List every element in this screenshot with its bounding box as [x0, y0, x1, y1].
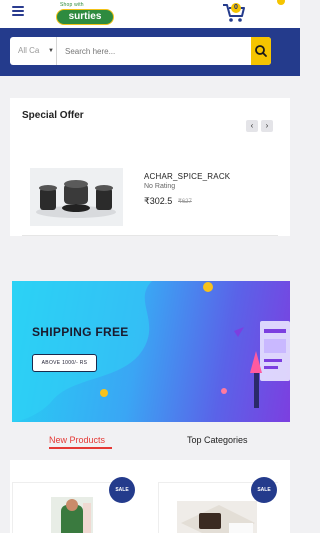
logo-tagline: Shop with [60, 2, 84, 8]
product-card[interactable]: SALE [158, 477, 279, 533]
banner-title: SHIPPING FREE [32, 325, 129, 339]
section-title: Special Offer [22, 110, 84, 121]
search-bar: All Ca ▼ [0, 28, 300, 76]
product-name[interactable]: ACHAR_SPICE_RACK [144, 172, 230, 181]
hamburger-menu-icon[interactable] [12, 6, 24, 16]
sale-badge: SALE [251, 477, 277, 503]
search-box: All Ca ▼ [10, 37, 271, 65]
category-select-label: All Ca [18, 46, 40, 55]
product-image[interactable] [30, 168, 123, 226]
logo[interactable]: Shop with surties [50, 0, 120, 28]
sale-badge: SALE [109, 477, 135, 503]
search-input[interactable] [58, 37, 260, 65]
category-select[interactable]: All Ca ▼ [10, 37, 57, 65]
carousel-prev-button[interactable]: ‹ [246, 120, 258, 132]
promo-banner[interactable]: SHIPPING FREE ABOVE 1000/- RS [12, 281, 290, 422]
product-price: ₹302.5 [144, 196, 173, 206]
banner-cta-button[interactable]: ABOVE 1000/- RS [32, 354, 97, 372]
product-card[interactable]: SALE [12, 477, 135, 533]
notification-dot [277, 0, 285, 5]
app-header: Shop with surties 0 [0, 0, 300, 28]
chevron-down-icon: ▼ [48, 48, 54, 54]
tab-top-categories[interactable]: Top Categories [187, 435, 248, 445]
search-button[interactable] [251, 37, 271, 65]
spice-rack-illustration [30, 168, 123, 226]
active-tab-indicator [49, 447, 112, 449]
product-rating: No Rating [144, 183, 176, 190]
carousel-next-button[interactable]: › [261, 120, 273, 132]
logo-wordmark: surties [56, 9, 114, 25]
search-icon [255, 45, 267, 57]
cart-count-badge: 0 [231, 3, 241, 13]
banner-background-shapes [12, 281, 290, 422]
tab-new-products[interactable]: New Products [49, 435, 105, 445]
product-old-price: ₹627 [178, 199, 192, 205]
product-card[interactable]: ACHAR_SPICE_RACK No Rating ₹302.5 ₹627 [10, 160, 290, 236]
